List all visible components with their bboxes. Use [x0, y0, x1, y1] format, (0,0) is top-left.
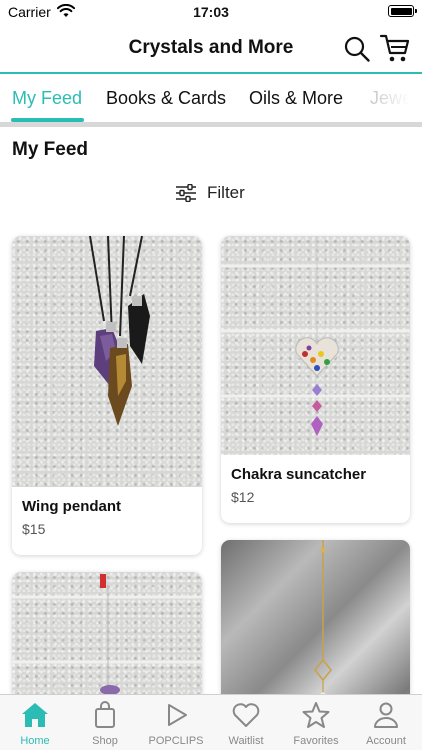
star-icon [302, 702, 330, 728]
product-price: $15 [22, 521, 46, 537]
page-title: My Feed [12, 139, 89, 160]
heart-icon [232, 703, 260, 727]
product-name: Wing pendant [22, 498, 122, 515]
home-icon [22, 703, 48, 727]
tab-oils-more[interactable]: Oils & More [249, 88, 343, 109]
filter-button[interactable]: Filter [175, 180, 245, 206]
product-price: $12 [231, 489, 255, 505]
battery-icon [388, 5, 417, 17]
tab-my-feed[interactable]: My Feed [12, 88, 82, 109]
tab-home[interactable]: Home [0, 695, 70, 750]
tab-favorites[interactable]: Favorites [281, 695, 351, 750]
product-name: Chakra suncatcher [231, 466, 367, 483]
tab-jewelry[interactable]: Jewe [370, 88, 412, 109]
product-image[interactable] [12, 236, 202, 487]
status-time: 17:03 [193, 4, 229, 20]
suncatcher-photo [221, 236, 410, 436]
tab-waitlist[interactable]: Waitlist [211, 695, 281, 750]
navigation-bar: Crystals and More [0, 24, 422, 72]
bottom-tab-bar: Home Shop POPCLIPS Waitlist Favorites Ac… [0, 694, 422, 750]
product-image[interactable] [221, 236, 410, 455]
product-card-chakra-suncatcher[interactable]: Chakra suncatcher $12 [221, 236, 410, 523]
shopping-bag-icon [95, 701, 115, 728]
tabs-divider [0, 122, 422, 127]
tab-shop[interactable]: Shop [70, 695, 140, 750]
search-icon[interactable] [343, 35, 371, 63]
filter-label: Filter [207, 183, 245, 202]
cart-icon[interactable] [379, 33, 411, 63]
product-card-wing-pendant[interactable]: Wing pendant $15 [12, 236, 202, 555]
tab-books-cards[interactable]: Books & Cards [106, 88, 226, 109]
sliders-icon [176, 184, 196, 202]
tab-label: Waitlist [228, 735, 264, 747]
tab-popclips[interactable]: POPCLIPS [141, 695, 211, 750]
tab-label: POPCLIPS [148, 735, 204, 747]
tab-account[interactable]: Account [351, 695, 421, 750]
status-bar: Carrier 17:03 [0, 0, 422, 24]
pendant-photo [89, 236, 150, 426]
tab-label: Home [20, 735, 50, 747]
tab-label: Favorites [293, 735, 339, 747]
tab-label: Shop [92, 735, 118, 747]
tab-label: Account [366, 735, 406, 747]
category-tabs: My Feed Books & Cards Oils & More Jewe [0, 74, 422, 122]
play-icon [168, 704, 187, 726]
person-icon [374, 702, 398, 728]
